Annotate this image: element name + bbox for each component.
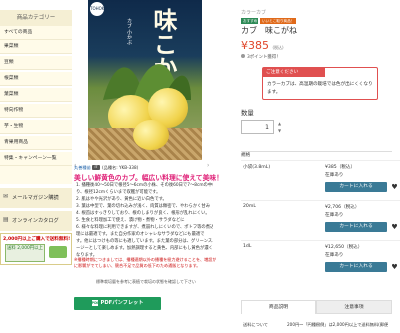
- shipping-row: 送料について 200円～「円種樹倒」は2,000円以上で送料無料(郵便: [241, 320, 392, 333]
- product-image[interactable]: TOHOKU カブ 小かぶ 味こかね: [88, 0, 202, 160]
- variant-price: ¥12,650（税込）: [325, 245, 363, 250]
- heart-icon[interactable]: ♥: [390, 262, 399, 272]
- maker-brand: 丸善種苗: [74, 165, 91, 170]
- variant-row: 20mL ¥2,706（税込） 在庫あり カートに入れる ♥: [241, 200, 400, 240]
- sowing-warning: ※播種時期につきましては、播種適期以外の播種を極力避けることを、増設が に影響が…: [74, 257, 216, 269]
- variant-name: 1dL: [243, 244, 252, 249]
- description-line: 2. 肌はやや光沢があり、黄色に近い白色です。: [76, 197, 167, 202]
- chevron-down-icon[interactable]: ▼: [276, 127, 283, 134]
- spec-heading: 規格: [241, 151, 392, 159]
- caution-text: カラーカブは、高温期の栽培では色が出にくくなります。: [267, 82, 373, 95]
- sidebar-link-catalog[interactable]: ▤ オンラインカタログ: [0, 211, 72, 231]
- description-line: 3. 葉は中型で、葉の切れ込みが浅く、肉質は緻密で、やわらかく甘み: [76, 204, 211, 209]
- description-line: 5. 生食と料理加工で使え、漬け物・煮物・サラダなどに: [76, 218, 185, 223]
- recommended-badge: おすすめ: [241, 18, 258, 24]
- points-label: 3ポイント獲得！: [247, 55, 281, 60]
- description-line: 4. 根首はすっきりしており、根のしまりが良く、根形が乱れにくい。: [76, 211, 210, 216]
- variant-stock: 在庫あり: [325, 173, 344, 178]
- description-line: 理には最適です。また自分作家のオシャレなサラダなどにも最適で: [76, 232, 205, 237]
- price-tax-note: (税込): [272, 45, 284, 50]
- brand-logo: TOHOKU: [90, 2, 107, 16]
- sidebar-item-potatoes[interactable]: 芋・生物: [0, 120, 72, 134]
- heart-icon[interactable]: ♥: [390, 222, 399, 232]
- sidebar-item-beans[interactable]: 豆類: [0, 56, 72, 70]
- chevron-right-icon[interactable]: ›: [207, 162, 209, 169]
- sidebar-item-all[interactable]: すべての商品: [0, 26, 72, 40]
- points-info: 3ポイント獲得！: [241, 54, 281, 60]
- cultivation-note: 標準栽培暦を参考に表植で栽培の状態を確認して下さい: [96, 279, 196, 284]
- add-to-cart-button[interactable]: カートに入れる: [325, 222, 387, 232]
- variant-stock: 在庫あり: [325, 253, 344, 258]
- add-to-cart-button[interactable]: カートに入れる: [325, 182, 387, 192]
- shipping-value: 200円～「円種樹倒」は2,000円以上で送料無料(郵便: [287, 322, 389, 327]
- sidebar-item-leaf-veg[interactable]: 葉菜類: [0, 88, 72, 102]
- description-line: す。他にはつけもの等にも適しています。また葉の部分は、グリーンスム: [76, 239, 213, 244]
- variant-name: 20mL: [243, 204, 256, 209]
- product-name: カブ 味こがね: [241, 26, 297, 35]
- product-price: ¥385 (税込): [241, 39, 284, 52]
- variant-stock: 在庫あり: [325, 213, 344, 218]
- variant-price: ¥385（税込）: [325, 165, 356, 170]
- product-image-subtitle: カブ 小かぶ: [126, 18, 132, 45]
- quantity-stepper[interactable]: ▲ ▼: [276, 120, 283, 134]
- variant-row: 小袋(3.8mL) ¥385（税込） 在庫あり カートに入れる ♥: [241, 160, 400, 200]
- variant-name: 小袋(3.8mL): [243, 165, 271, 170]
- description-body: 1. 播種後40～50日で根径5～6cmの小株、その後60日で7～8cmの中株と…: [76, 182, 213, 259]
- catalog-label: オンラインカタログ: [12, 218, 59, 224]
- quantity-label: 数量: [241, 109, 254, 117]
- maker-line: 丸善種苗 IT (品種名: YKB-338): [74, 165, 138, 171]
- pdf-button-label: PDFパンフレット: [100, 300, 144, 306]
- maker-code: (品種名: YKB-338): [102, 165, 139, 170]
- sidebar-spacer: [0, 166, 72, 184]
- sidebar-item-special-crops[interactable]: 特向作物: [0, 104, 72, 118]
- chevron-up-icon[interactable]: ▲: [276, 120, 283, 127]
- points-icon: [241, 54, 245, 58]
- sidebar-item-fruit-veg[interactable]: 果菜類: [0, 40, 72, 54]
- pdf-icon: PDF: [91, 299, 100, 306]
- truck-icon: [49, 246, 67, 258]
- mail-icon: ✉: [3, 193, 9, 200]
- description-catchphrase: 美しい鮮黄色のカブ。幅広い料理に使えて美味！: [74, 174, 223, 182]
- caution-box: ご注意ください カラーカブは、高温期の栽培では色が出にくくなります。: [262, 67, 378, 100]
- book-icon: ▤: [3, 216, 9, 223]
- newsletter-label: メールマガジン購読: [12, 195, 59, 201]
- promo-badge: いいとこ取り商品！: [260, 18, 296, 24]
- pdf-brochure-button[interactable]: PDFPDFパンフレット: [74, 297, 161, 310]
- variant-price: ¥2,706（税込）: [325, 205, 360, 210]
- add-to-cart-button[interactable]: カートに入れる: [325, 262, 387, 272]
- sidebar-heading: 商品カテゴリー: [0, 10, 72, 26]
- variant-row: 1dL ¥12,650（税込） 在庫あり カートに入れる ♥: [241, 240, 400, 280]
- caution-heading: ご注意ください: [263, 68, 325, 77]
- warning-line: に影響がでてしまい、競合不足で品質の低下のため通販となります。: [74, 263, 201, 268]
- price-value: ¥385: [241, 39, 269, 52]
- free-shipping-banner[interactable]: 2,000円以上ご購入で送料無料! 送料 2,000円以上: [0, 233, 72, 265]
- banner-shipping-label: 送料 2,000円以上: [5, 244, 45, 262]
- shipping-label: 送料について: [243, 322, 268, 327]
- sidebar-link-newsletter[interactable]: ✉ メールマガジン購読: [0, 188, 72, 208]
- sidebar-item-produce[interactable]: 青果用商品: [0, 136, 72, 150]
- description-line: り、根径12cmくらいまで収穫が可能です。: [76, 190, 161, 195]
- quantity-input[interactable]: 1: [241, 120, 274, 134]
- banner-headline: 2,000円以上ご購入で送料無料!: [3, 237, 71, 242]
- tab-description[interactable]: 商品説明: [241, 300, 316, 314]
- sidebar: 商品カテゴリー すべての商品 果菜類 豆類 根菜類 葉菜類 特向作物 芋・生物 …: [0, 0, 73, 333]
- description-line: 6. 様々な料理に利用できますが、煮崩れしにくいので、ポトフ等の煮込み料: [76, 225, 213, 230]
- description-line: ージーとして楽しめます。加熱調理すると黄色、内部にもし黄色が濃く: [76, 246, 213, 251]
- maker-badge: IT: [92, 165, 100, 170]
- product-tabs: 商品説明 注意事項: [241, 300, 392, 314]
- sidebar-item-campaigns[interactable]: 特集・キャンペーン一覧: [0, 152, 72, 166]
- turnip-illustration: [133, 120, 169, 150]
- description-line: 1. 播種後40～50日で根径5～6cmの小株、その後60日で7～8cmの中株と…: [76, 183, 213, 188]
- heart-icon[interactable]: ♥: [390, 182, 399, 192]
- category-breadcrumb[interactable]: カラーカブ: [241, 9, 266, 16]
- tab-notes[interactable]: 注意事項: [316, 300, 392, 314]
- sidebar-item-root-veg[interactable]: 根菜類: [0, 72, 72, 86]
